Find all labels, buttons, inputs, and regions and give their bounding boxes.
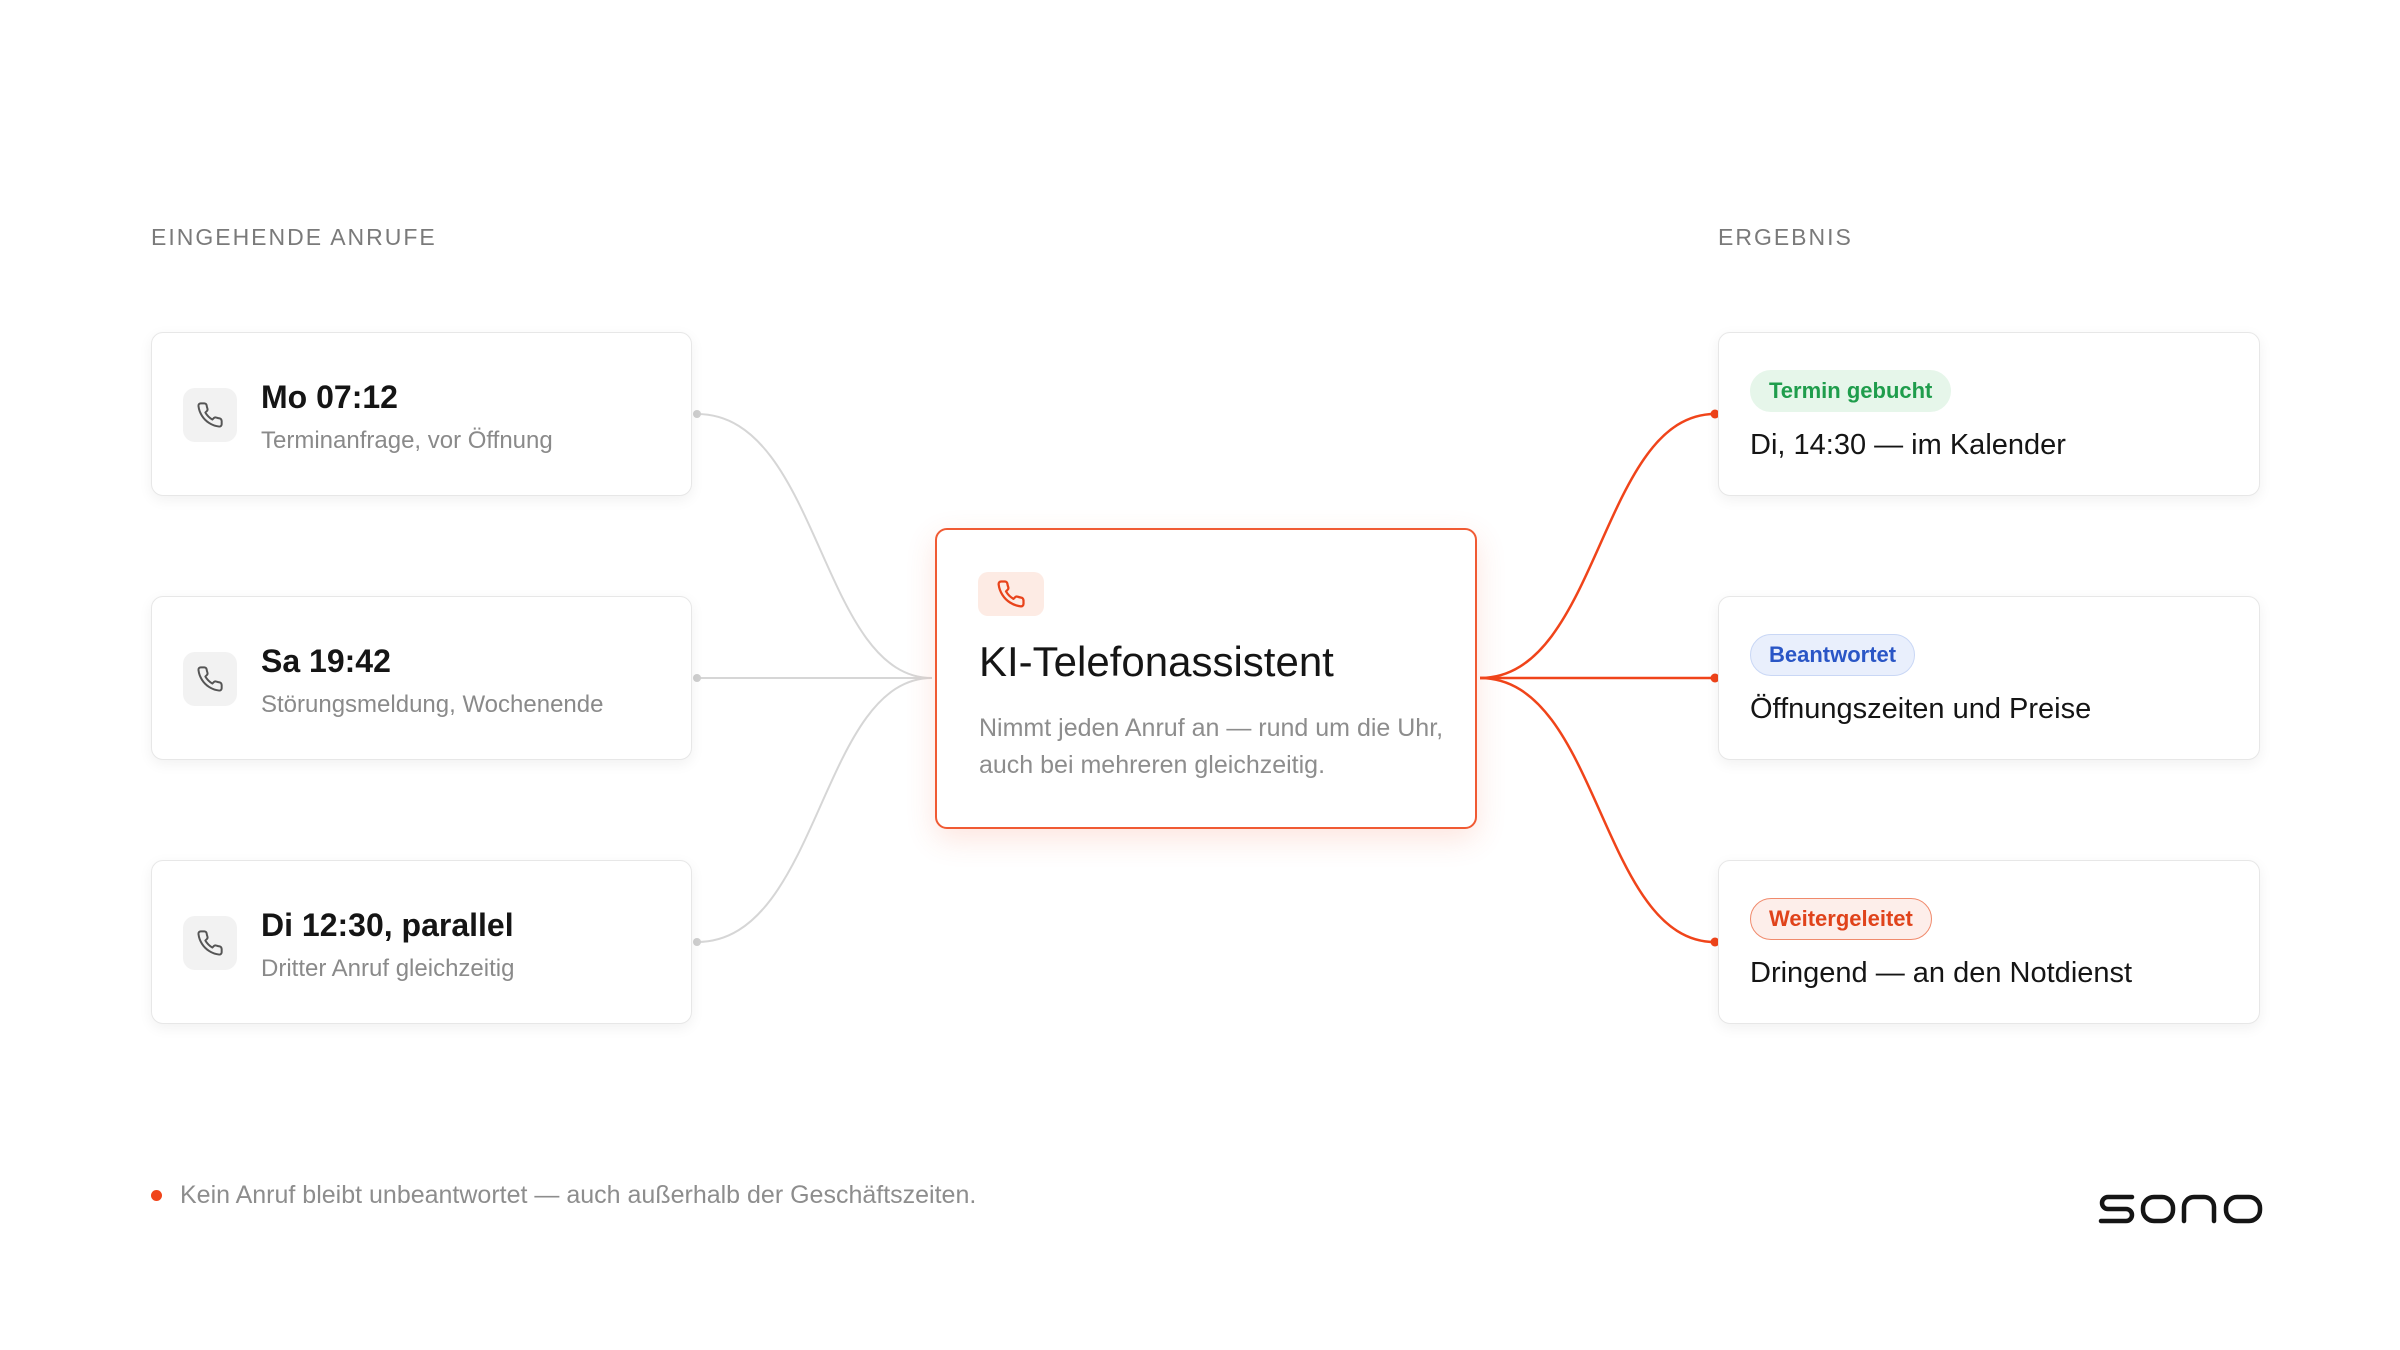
- result-card-3[interactable]: Weitergeleitet Dringend — an den Notdien…: [1718, 860, 2260, 1024]
- sono-logo: [2098, 1193, 2264, 1232]
- footer-note: Kein Anruf bleibt unbeantwortet — auch a…: [180, 1181, 977, 1209]
- connector-result-3: [1479, 676, 1716, 944]
- call-card-2[interactable]: Sa 19:42 Störungsmeldung, Wochenende: [151, 596, 692, 760]
- assistant-description: Nimmt jeden Anruf an — rund um die Uhr, …: [979, 714, 1444, 779]
- result-text: Öffnungszeiten und Preise: [1750, 693, 2092, 725]
- call-time: Sa 19:42: [261, 643, 391, 679]
- connector-call-3: [696, 677, 933, 943]
- result-text: Dringend — an den Notdienst: [1750, 957, 2133, 989]
- result-card-2[interactable]: Beantwortet Öffnungszeiten und Preise: [1718, 596, 2260, 760]
- status-badge: Weitergeleitet: [1750, 898, 1932, 940]
- status-badge: Beantwortet: [1750, 634, 1916, 676]
- phone-icon: [978, 572, 1044, 616]
- result-card-1[interactable]: Termin gebucht Di, 14:30 — im Kalender: [1718, 332, 2260, 496]
- connector-result-1: [1479, 412, 1716, 680]
- result-label: ERGEBNIS: [1718, 224, 1853, 250]
- result-text: Di, 14:30 — im Kalender: [1750, 429, 2066, 461]
- call-description: Störungsmeldung, Wochenende: [261, 691, 604, 718]
- incoming-calls-label: EINGEHENDE ANRUFE: [151, 224, 437, 250]
- call-description: Terminanfrage, vor Öffnung: [261, 427, 553, 454]
- assistant-title: KI-Telefonassistent: [979, 638, 1334, 685]
- call-time: Mo 07:12: [261, 379, 398, 415]
- connector-dot-call-2: [693, 674, 701, 682]
- phone-icon: [183, 916, 237, 970]
- call-description: Dritter Anruf gleichzeitig: [261, 955, 515, 982]
- connector-dot-call-3: [693, 938, 701, 946]
- phone-icon: [183, 388, 237, 442]
- bullet-dot: [151, 1190, 162, 1201]
- phone-icon: [183, 652, 237, 706]
- diagram-canvas: EINGEHENDE ANRUFE ERGEBNIS Mo 07:12 Term…: [0, 0, 2400, 1350]
- connector-dot-call-1: [693, 410, 701, 418]
- call-card-1[interactable]: Mo 07:12 Terminanfrage, vor Öffnung: [151, 332, 692, 496]
- status-badge: Termin gebucht: [1750, 370, 1952, 412]
- connector-call-1: [696, 413, 933, 679]
- call-time: Di 12:30, parallel: [261, 907, 514, 943]
- assistant-card[interactable]: KI-Telefonassistent Nimmt jeden Anruf an…: [935, 528, 1477, 829]
- call-card-3[interactable]: Di 12:30, parallel Dritter Anruf gleichz…: [151, 860, 692, 1024]
